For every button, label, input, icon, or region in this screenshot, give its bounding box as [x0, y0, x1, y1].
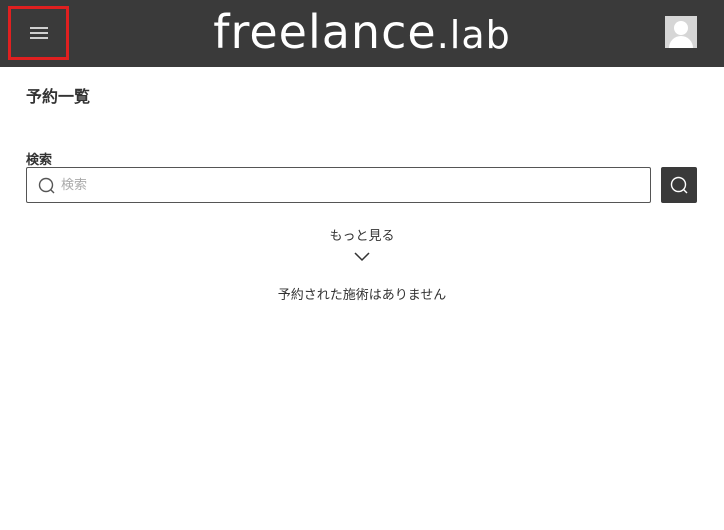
- search-field[interactable]: [26, 167, 651, 203]
- chevron-down-icon[interactable]: [354, 252, 370, 262]
- search-input[interactable]: [61, 168, 641, 202]
- app-header: freelance.lab: [0, 0, 724, 67]
- user-avatar-icon[interactable]: [665, 16, 697, 48]
- app-logo[interactable]: freelance.lab: [0, 0, 724, 67]
- logo-text: freelance: [213, 5, 437, 59]
- empty-reservations-message: 予約された施術はありません: [277, 288, 447, 303]
- page-title: 予約一覧: [26, 87, 91, 106]
- search-button[interactable]: [661, 167, 697, 203]
- logo-suffix: .lab: [436, 13, 511, 57]
- show-more-link[interactable]: もっと見る: [0, 225, 724, 244]
- search-icon: [38, 177, 55, 194]
- search-icon: [670, 176, 688, 194]
- search-label: 検索: [26, 153, 53, 168]
